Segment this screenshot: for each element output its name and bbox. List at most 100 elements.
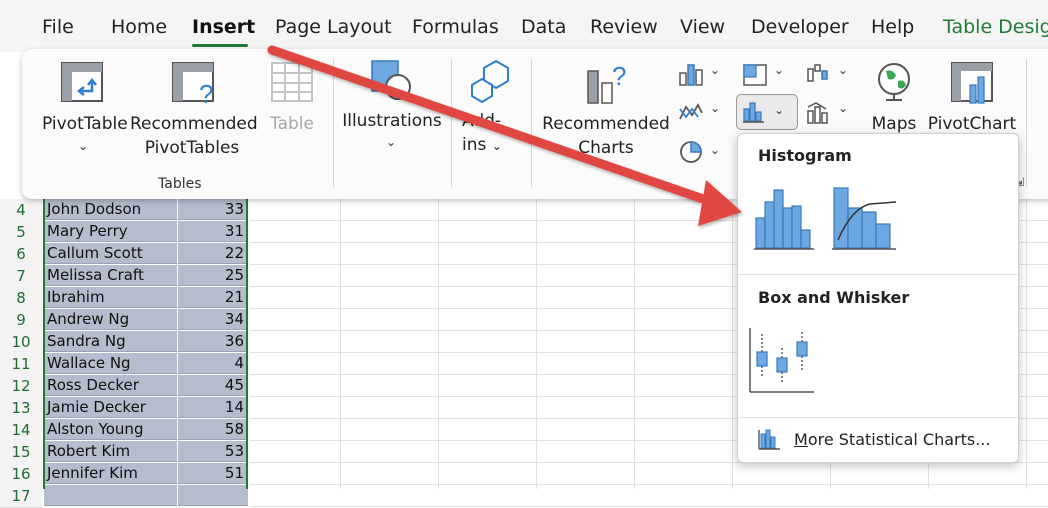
pivot-chart-icon[interactable] (950, 61, 996, 107)
addins-icon[interactable] (468, 59, 514, 103)
group-separator (333, 59, 334, 187)
label-line: Charts (578, 138, 634, 158)
recommended-pivot-icon[interactable]: ? (171, 61, 219, 107)
tab-help[interactable]: Help (871, 16, 914, 38)
name-cell[interactable]: Ross Decker (44, 375, 177, 396)
age-cell[interactable]: 21 (178, 287, 248, 308)
tab-home[interactable]: Home (111, 16, 167, 38)
tab-page-layout[interactable]: Page Layout (275, 16, 392, 38)
chevron-down-icon[interactable]: ⌄ (710, 143, 720, 157)
chevron-down-icon[interactable]: ⌄ (78, 139, 88, 153)
name-cell[interactable]: John Dodson (44, 199, 177, 220)
link-text: ore Statistical Charts... (807, 430, 991, 449)
age-cell[interactable]: 45 (178, 375, 248, 396)
row-number[interactable]: 7 (0, 265, 42, 288)
tab-formulas[interactable]: Formulas (412, 16, 499, 38)
tab-file[interactable]: File (42, 16, 74, 38)
name-cell[interactable]: Callum Scott (44, 243, 177, 264)
globe-icon[interactable] (874, 61, 914, 103)
tables-group-caption: Tables (158, 176, 202, 192)
name-cell[interactable]: Robert Kim (44, 441, 177, 462)
svg-text:?: ? (199, 79, 213, 107)
statistical-chart-dropdown: Histogram Box and Whisker More Statistic… (737, 133, 1019, 463)
name-cell[interactable]: Jennifer Kim (44, 463, 177, 484)
active-tab-indicator (192, 44, 248, 47)
row-number[interactable]: 4 (0, 199, 42, 222)
age-cell[interactable]: 22 (178, 243, 248, 264)
table-row[interactable]: 17 (0, 485, 1048, 508)
age-cell[interactable]: 51 (178, 463, 248, 484)
age-cell[interactable]: 58 (178, 419, 248, 440)
combo-chart-icon[interactable] (806, 101, 834, 125)
waterfall-chart-icon[interactable] (806, 63, 834, 87)
name-cell[interactable]: Wallace Ng (44, 353, 177, 374)
addins-button[interactable]: Add- ins ⌄ (462, 109, 518, 158)
age-cell[interactable]: 14 (178, 397, 248, 418)
pivot-table-button[interactable]: PivotTable (42, 112, 128, 136)
name-cell[interactable] (44, 485, 177, 506)
dropdown-separator (738, 274, 1018, 275)
name-cell[interactable]: Jamie Decker (44, 397, 177, 418)
row-number[interactable]: 17 (0, 485, 42, 508)
age-cell[interactable]: 53 (178, 441, 248, 462)
chevron-down-icon[interactable]: ⌄ (838, 101, 848, 115)
pie-chart-icon[interactable] (678, 139, 704, 165)
age-cell[interactable] (178, 485, 248, 506)
row-number[interactable]: 8 (0, 287, 42, 310)
column-chart-icon[interactable] (678, 63, 704, 87)
line-chart-icon[interactable] (678, 101, 704, 123)
pivot-table-icon[interactable] (60, 61, 104, 103)
recommended-pivottables-button[interactable]: Recommended PivotTables (130, 112, 258, 160)
age-cell[interactable]: 4 (178, 353, 248, 374)
histogram-chart-icon[interactable] (748, 184, 818, 254)
name-cell[interactable]: Melissa Craft (44, 265, 177, 286)
row-number[interactable]: 11 (0, 353, 42, 376)
name-cell[interactable]: Mary Perry (44, 221, 177, 242)
age-cell[interactable]: 34 (178, 309, 248, 330)
row-number[interactable]: 14 (0, 419, 42, 442)
dropdown-separator (738, 417, 1018, 418)
tab-view[interactable]: View (680, 16, 725, 38)
name-cell[interactable]: Ibrahim Gallagher (44, 287, 177, 327)
box-whisker-chart-icon[interactable] (748, 324, 818, 394)
chevron-down-icon[interactable]: ⌄ (710, 101, 720, 115)
name-cell[interactable]: Alston Young (44, 419, 177, 440)
tab-insert[interactable]: Insert (192, 16, 255, 38)
name-cell[interactable]: Andrew Ng (44, 309, 177, 330)
age-cell[interactable]: 36 (178, 331, 248, 352)
illustrations-button[interactable]: Illustrations (340, 109, 444, 133)
row-number[interactable]: 10 (0, 331, 42, 354)
age-cell[interactable]: 33 (178, 199, 248, 220)
group-separator (451, 59, 452, 187)
more-statistical-charts-link[interactable]: More Statistical Charts... (794, 430, 990, 449)
tab-table-design[interactable]: Table Design (943, 16, 1048, 38)
pareto-chart-icon[interactable] (830, 184, 900, 254)
row-number[interactable]: 12 (0, 375, 42, 398)
histogram-heading: Histogram (758, 146, 852, 165)
illustrations-icon[interactable] (370, 59, 416, 101)
row-number[interactable]: 13 (0, 397, 42, 420)
tab-review[interactable]: Review (590, 16, 658, 38)
chevron-down-icon[interactable]: ⌄ (386, 135, 396, 149)
age-cell[interactable]: 31 (178, 221, 248, 242)
chevron-down-icon[interactable]: ⌄ (710, 63, 720, 77)
row-number[interactable]: 6 (0, 243, 42, 266)
recommended-charts-icon[interactable]: ? (584, 59, 632, 105)
row-number[interactable]: 9 (0, 309, 42, 332)
row-number[interactable]: 15 (0, 441, 42, 464)
label-line: Recommended (130, 114, 258, 134)
row-number[interactable]: 16 (0, 463, 42, 486)
tab-data[interactable]: Data (521, 16, 566, 38)
chevron-down-icon[interactable]: ⌄ (838, 63, 848, 77)
age-cell[interactable]: 25 (178, 265, 248, 286)
row-gridline (250, 506, 1048, 507)
tab-developer[interactable]: Developer (751, 16, 849, 38)
name-cell[interactable]: Sandra Ng (44, 331, 177, 352)
label-line: Add- (462, 111, 502, 131)
recommended-charts-button[interactable]: Recommended Charts (542, 112, 670, 160)
hierarchy-chart-icon[interactable] (742, 63, 768, 87)
chevron-down-icon: ⌄ (491, 139, 502, 153)
row-number[interactable]: 5 (0, 221, 42, 244)
table-row[interactable]: 16 Jennifer Kim 51 (0, 463, 1048, 486)
chevron-down-icon[interactable]: ⌄ (774, 63, 784, 77)
